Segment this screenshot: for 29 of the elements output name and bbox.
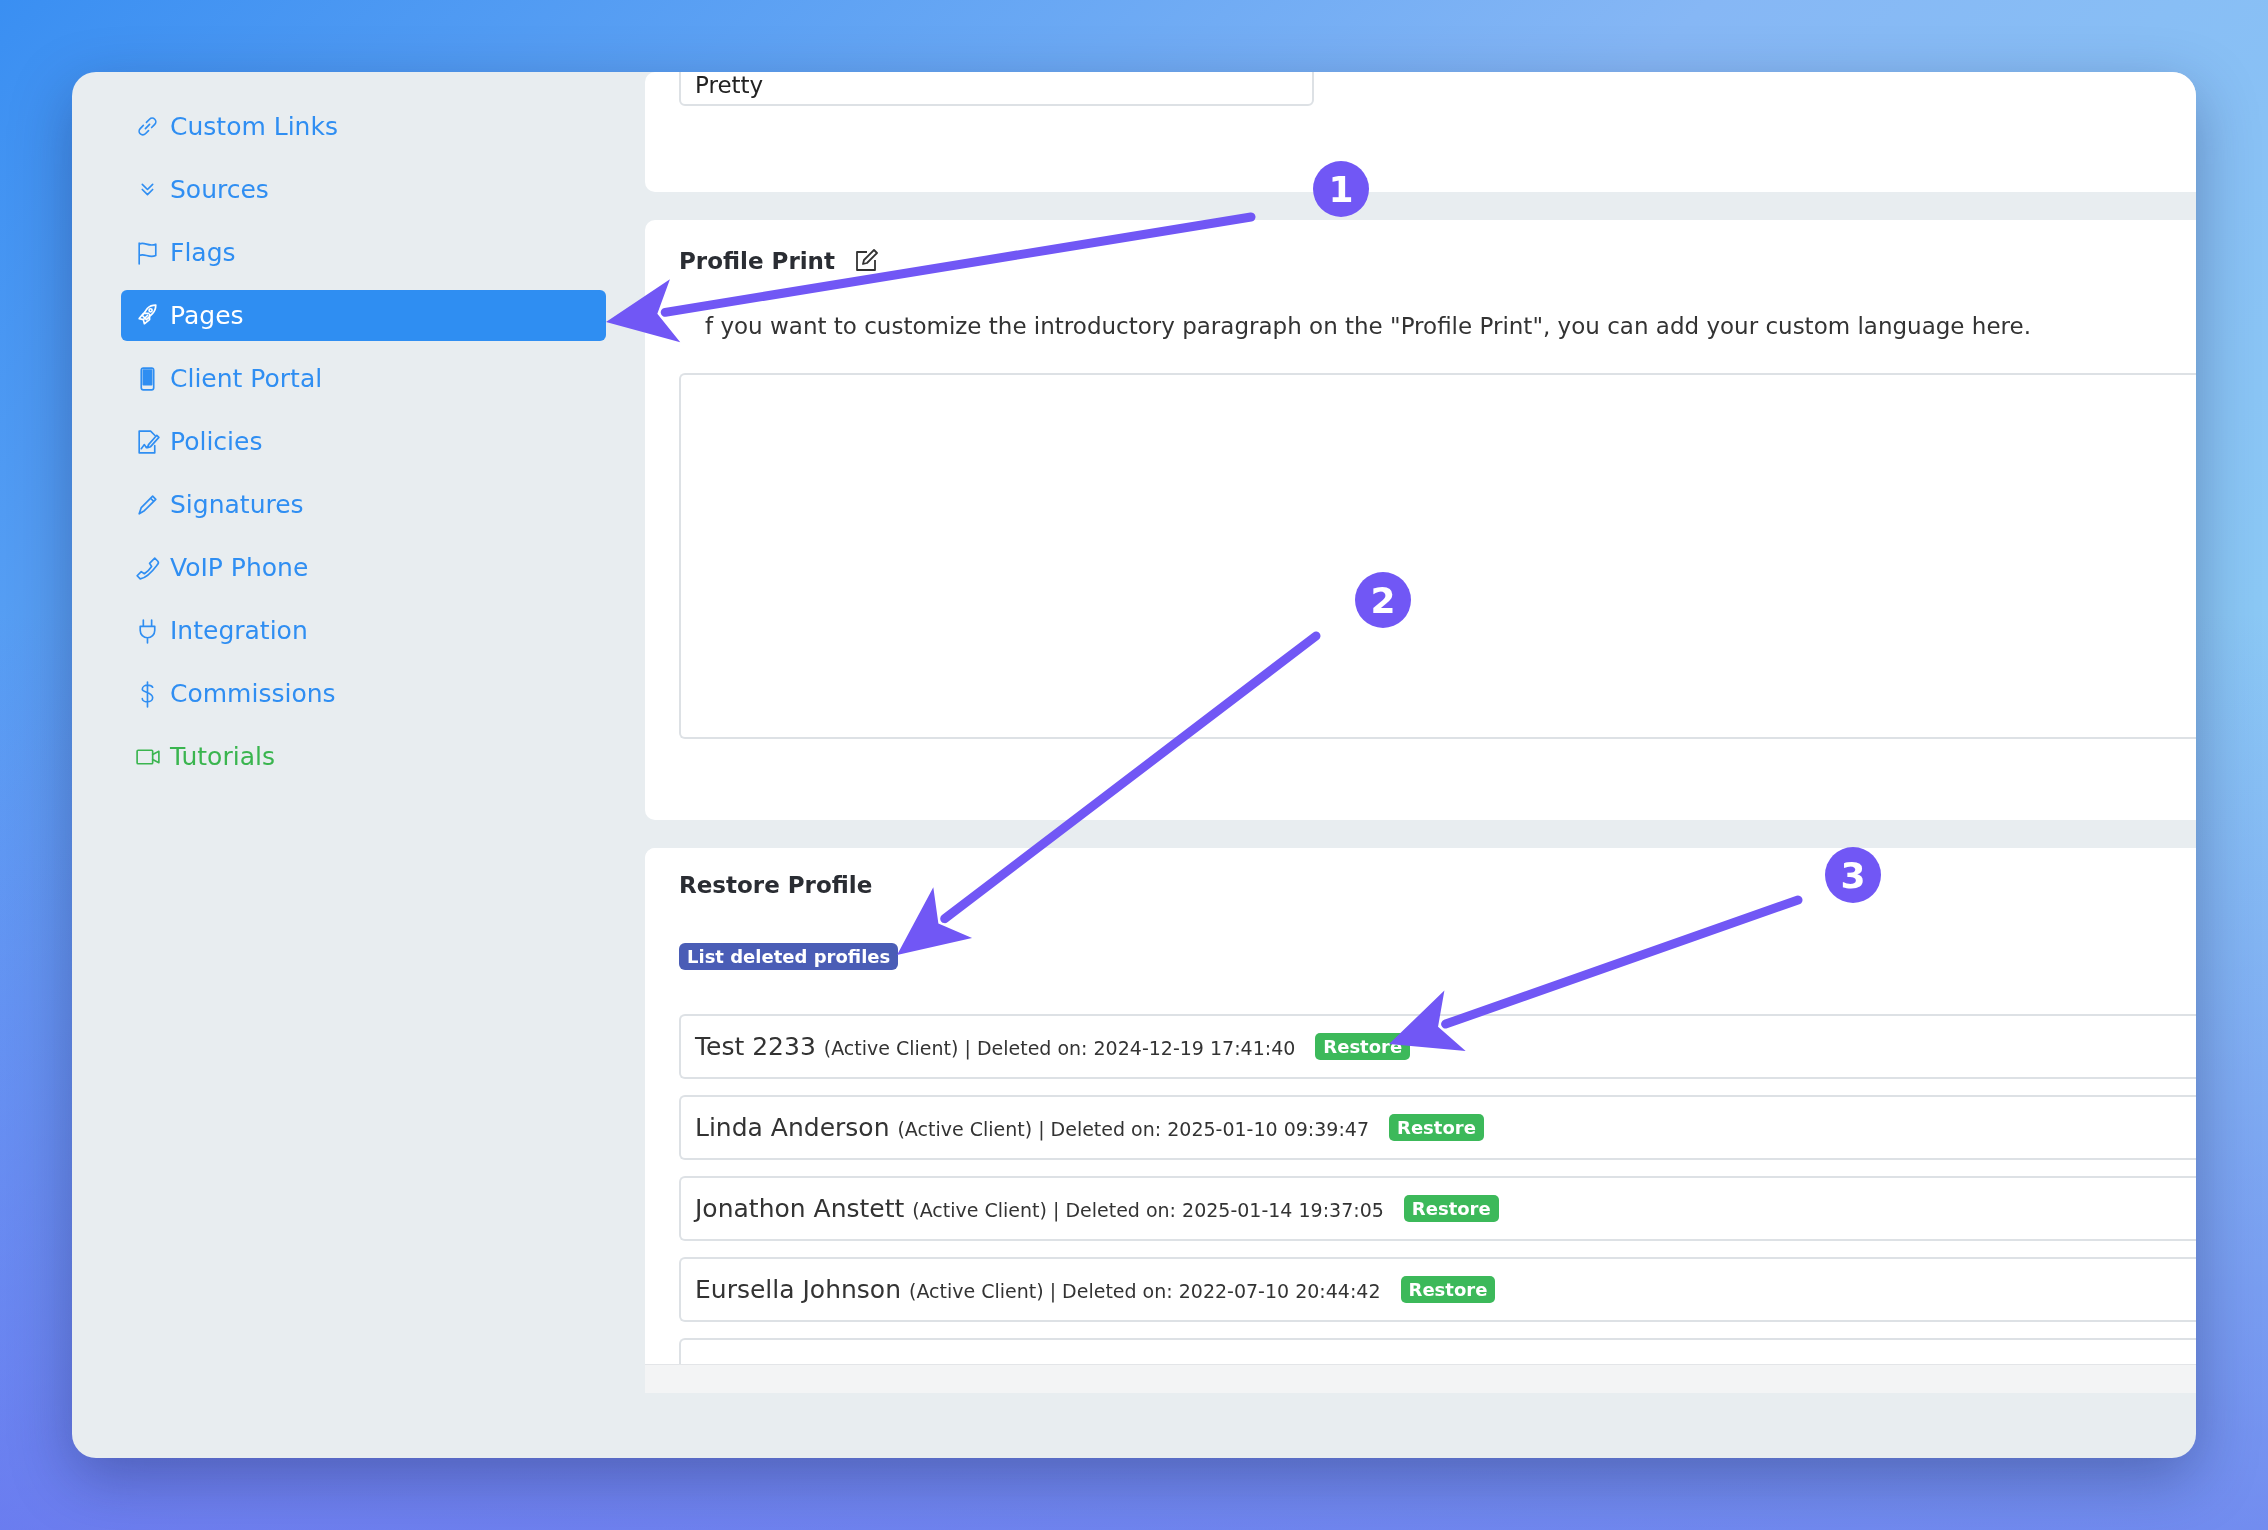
description-text: f you want to customize the introductory paragraph on the "Profile Print", you can add your custom language here.	[705, 313, 2032, 339]
section-title: Profile Print	[679, 248, 835, 274]
sidebar-item[interactable]: Sources	[121, 164, 606, 215]
profile-entry-text: Linda Anderson (Active Client) | Deleted on: 2025-01-10 09:39:47	[695, 1113, 1369, 1142]
sidebar-item[interactable]: Pages	[121, 290, 606, 341]
restore-button[interactable]: Restore	[1389, 1114, 1484, 1141]
edit-icon[interactable]	[853, 248, 879, 274]
sidebar-item[interactable]: Client Portal	[121, 353, 606, 404]
sidebar-item[interactable]: Flags	[121, 227, 606, 278]
profile-entry-text: Test 2233 (Active Client) | Deleted on: 2024-12-19 17:41:40	[695, 1032, 1296, 1061]
restore-button[interactable]: Restore	[1403, 1195, 1499, 1222]
sidebar-item[interactable]: Integration	[121, 605, 606, 656]
profile-entry-text: Eursella Johnson (Active Client) | Deleted on: 2022-07-10 20:44:42	[695, 1275, 1381, 1304]
restore-button[interactable]: Restore	[1400, 1276, 1496, 1303]
profile-entry-text: Jonathon Anstett (Active Client) | Deleted on: 2025-01-14 19:37:05	[695, 1194, 1384, 1223]
sidebar-item[interactable]: Tutorials	[121, 731, 606, 782]
sidebar-item[interactable]: VoIP Phone	[121, 542, 606, 593]
input-field[interactable]: Pretty	[679, 72, 1314, 106]
horizontal-scrollbar[interactable]	[645, 1364, 2196, 1393]
sidebar-item[interactable]: Signatures	[121, 479, 606, 530]
list-deleted-button[interactable]: List deleted profiles	[679, 943, 899, 970]
step-number-badge: 1	[1313, 161, 1369, 217]
sidebar-item[interactable]: Policies	[121, 416, 606, 467]
step-number-badge: 2	[1355, 572, 1411, 628]
sidebar-item[interactable]: Commissions	[121, 668, 606, 719]
sidebar-item[interactable]: Custom Links	[121, 101, 606, 152]
section-title: Restore Profile	[679, 872, 873, 898]
step-number-badge: 3	[1825, 847, 1881, 903]
restore-button[interactable]: Restore	[1315, 1033, 1411, 1060]
